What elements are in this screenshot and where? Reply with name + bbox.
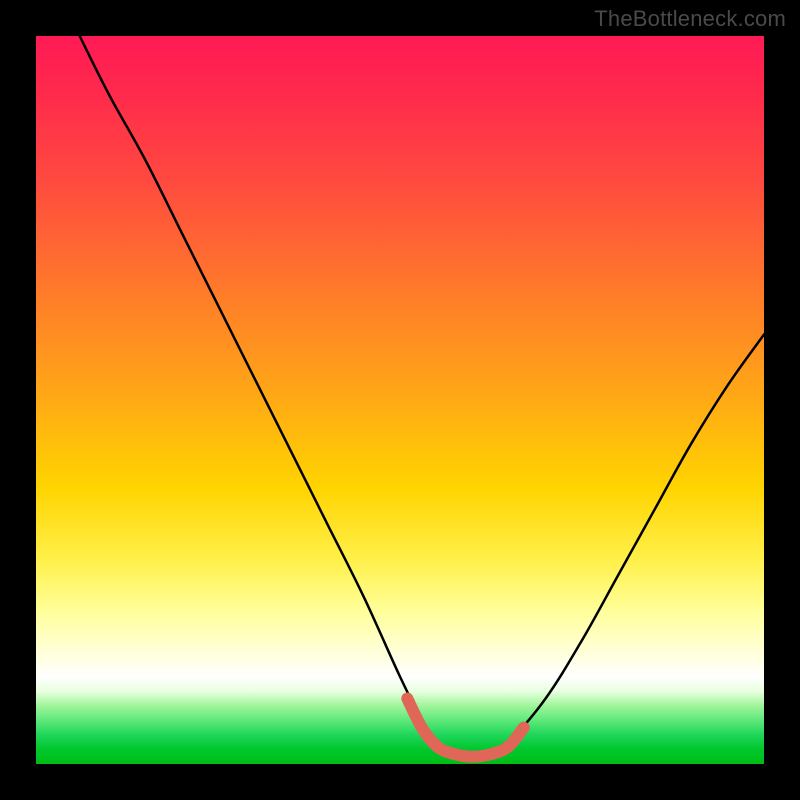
chart-plot-area: [36, 36, 764, 764]
optimal-range-highlight: [36, 36, 764, 764]
watermark-text: TheBottleneck.com: [594, 6, 786, 32]
